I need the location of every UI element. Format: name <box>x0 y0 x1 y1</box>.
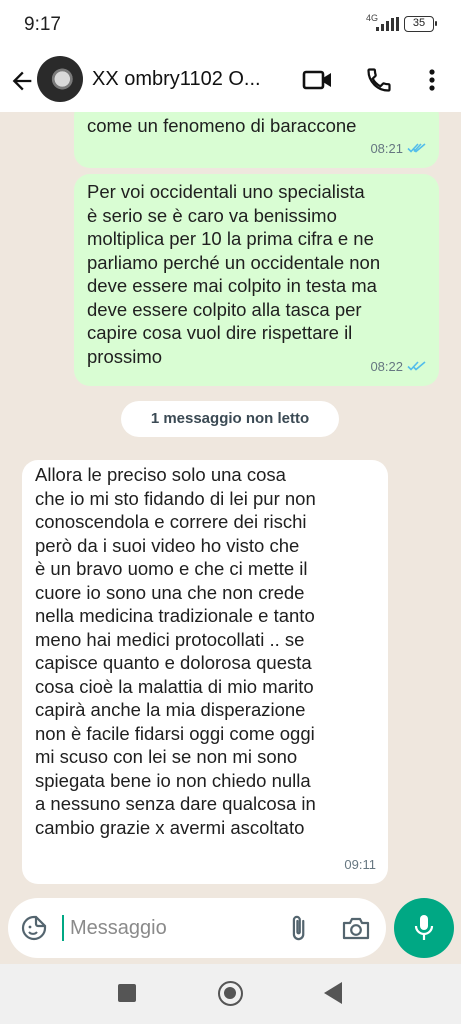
chat-messages[interactable]: come un fenomeno di baraccone 08:21 Per … <box>0 112 461 964</box>
back-arrow-icon[interactable] <box>8 67 36 95</box>
text-cursor <box>62 915 64 941</box>
message-meta: 09:11 <box>344 853 376 877</box>
message-time: 09:11 <box>344 856 376 872</box>
message-text: come un fenomeno di baraccone <box>87 115 357 136</box>
attach-paperclip-icon[interactable] <box>284 914 312 942</box>
message-bubble-outgoing[interactable]: come un fenomeno di baraccone 08:21 <box>74 112 439 168</box>
message-bubble-outgoing[interactable]: Per voi occidentali uno specialista è se… <box>74 174 439 386</box>
home-circle-icon[interactable] <box>218 981 243 1006</box>
back-triangle-icon[interactable] <box>324 982 342 1004</box>
read-ticks-icon <box>407 143 426 153</box>
message-text: Per voi occidentali uno specialista è se… <box>87 181 381 367</box>
message-composer <box>8 898 386 958</box>
video-call-icon[interactable] <box>302 66 334 94</box>
contact-avatar[interactable] <box>37 56 83 102</box>
contact-name[interactable]: XX ombry1102 O... <box>92 68 277 91</box>
message-time: 08:22 <box>370 358 403 374</box>
read-ticks-icon <box>407 361 426 371</box>
message-time: 08:21 <box>370 140 403 156</box>
signal-icon <box>376 17 399 31</box>
status-time: 9:17 <box>24 14 61 35</box>
unread-divider: 1 messaggio non letto <box>121 401 339 437</box>
chat-header: XX ombry1102 O... <box>0 50 461 112</box>
message-meta: 08:22 <box>370 355 427 379</box>
system-nav-bar <box>0 964 461 1024</box>
microphone-icon <box>414 915 434 940</box>
recents-square-icon[interactable] <box>118 984 136 1002</box>
message-input[interactable] <box>70 910 270 946</box>
phone-icon[interactable] <box>365 66 393 94</box>
voice-record-button[interactable] <box>394 898 454 958</box>
more-vertical-icon[interactable] <box>422 66 442 94</box>
message-meta: 08:21 <box>370 137 427 161</box>
status-bar: 9:17 4G 35 <box>0 0 461 50</box>
message-bubble-incoming[interactable]: Allora le preciso solo una cosa che io m… <box>22 460 388 884</box>
camera-icon[interactable] <box>341 915 371 941</box>
battery-icon: 35 <box>404 16 437 32</box>
sticker-emoji-icon[interactable] <box>20 914 48 942</box>
message-text: Allora le preciso solo una cosa che io m… <box>35 464 316 838</box>
